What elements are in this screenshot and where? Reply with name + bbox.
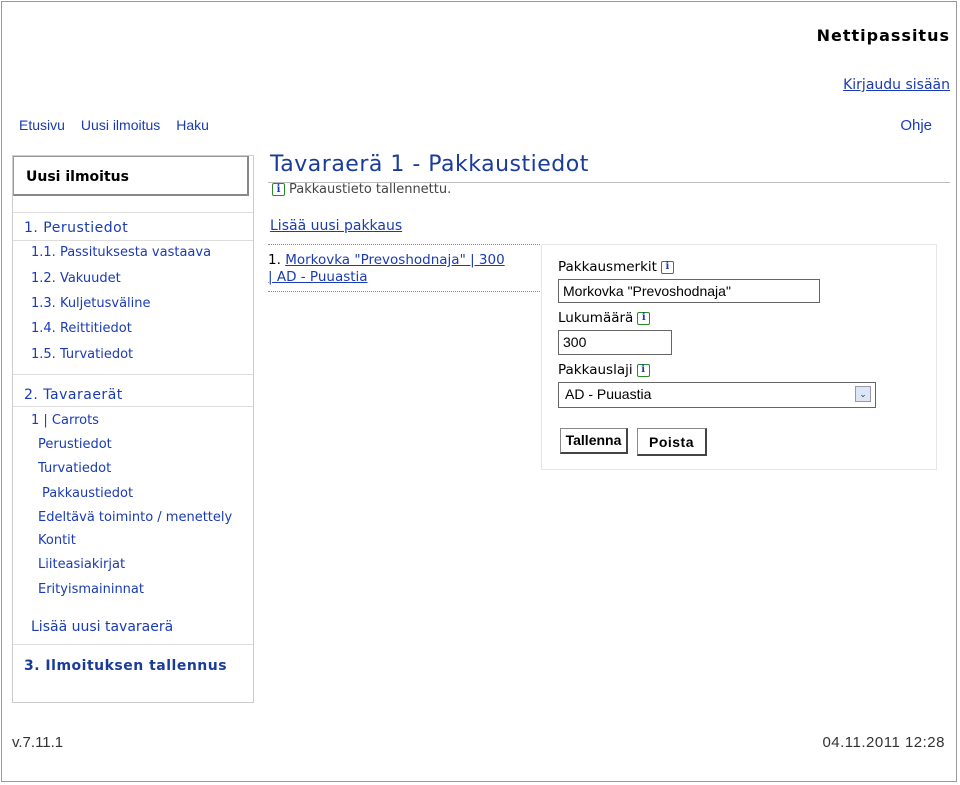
sidebar-heading: Uusi ilmoitus (13, 156, 249, 196)
divider (13, 240, 253, 241)
sidebar-section-basic[interactable]: 1. Perustiedot (24, 220, 128, 236)
quantity-input[interactable]: 300 (558, 330, 672, 355)
sidebar-item-carrots[interactable]: 1 | Carrots (31, 413, 99, 428)
save-button[interactable]: Tallenna (560, 428, 628, 454)
nav-home[interactable]: Etusivu (19, 117, 65, 133)
divider (13, 644, 253, 645)
sidebar-item-guarantees[interactable]: 1.2. Vakuudet (31, 271, 121, 286)
qty-label-row: Lukumäärä i (558, 310, 651, 326)
info-icon: i (272, 183, 285, 196)
info-icon[interactable]: i (637, 311, 651, 325)
package-number: 1. (268, 252, 281, 268)
package-type-select[interactable]: AD - Puuastia ⌄ (558, 382, 876, 408)
package-type-value: AD - Puuastia (565, 386, 652, 402)
sidebar-subitem-previous-procedure[interactable]: Edeltävä toiminto / menettely (38, 510, 232, 525)
sidebar-subitem-documents[interactable]: Liiteasiakirjat (38, 557, 125, 572)
sidebar-subitem-special-mentions[interactable]: Erityismaininnat (38, 582, 144, 597)
info-icon[interactable]: i (636, 363, 650, 377)
marks-label-row: Pakkausmerkit i (558, 259, 674, 275)
list-item[interactable]: 1. Morkovka "Prevoshodnaja" | 300 | AD -… (268, 244, 540, 292)
timestamp: 04.11.2011 12:28 (822, 734, 945, 751)
delete-button[interactable]: Poista (637, 428, 707, 456)
sidebar-subitem-packages[interactable]: Pakkaustiedot (42, 486, 133, 501)
type-label-row: Pakkauslaji i (558, 362, 650, 378)
divider (13, 212, 253, 213)
sidebar-item-responsible[interactable]: 1.1. Passituksesta vastaava (31, 245, 211, 260)
top-nav: Etusivu Uusi ilmoitus Haku (19, 117, 225, 133)
sidebar-item-security[interactable]: 1.5. Turvatiedot (31, 347, 133, 362)
sidebar-subitem-containers[interactable]: Kontit (38, 533, 76, 548)
saved-notice: i Pakkaustieto tallennettu. (272, 182, 451, 197)
sidebar-subitem-security[interactable]: Turvatiedot (38, 461, 111, 476)
package-link[interactable]: Morkovka "Prevoshodnaja" | 300 (285, 252, 505, 268)
nav-new-declaration[interactable]: Uusi ilmoitus (81, 117, 160, 133)
sidebar-section-save[interactable]: 3. Ilmoituksen tallennus (24, 658, 227, 674)
help-link[interactable]: Ohje (900, 117, 932, 134)
package-link-type[interactable]: | AD - Puuastia (268, 269, 368, 285)
package-form: Pakkausmerkit i Morkovka "Prevoshodnaja"… (541, 244, 937, 470)
version-label: v.7.11.1 (12, 734, 64, 751)
login-link[interactable]: Kirjaudu sisään (843, 77, 950, 93)
divider (13, 374, 253, 375)
marks-label: Pakkausmerkit (558, 259, 657, 275)
page-title: Tavaraerä 1 - Pakkaustiedot (270, 152, 589, 177)
site-title: Nettipassitus (816, 26, 950, 45)
qty-label: Lukumäärä (558, 310, 634, 326)
nav-search[interactable]: Haku (176, 117, 209, 133)
add-item-link[interactable]: Lisää uusi tavaraerä (31, 619, 173, 635)
divider (13, 406, 253, 407)
sidebar-item-vehicle[interactable]: 1.3. Kuljetusväline (31, 296, 151, 311)
saved-notice-text: Pakkaustieto tallennettu. (289, 182, 452, 197)
marks-input[interactable]: Morkovka "Prevoshodnaja" (558, 279, 820, 303)
chevron-down-icon[interactable]: ⌄ (855, 386, 871, 402)
info-icon[interactable]: i (660, 260, 674, 274)
sidebar-item-route[interactable]: 1.4. Reittitiedot (31, 321, 132, 336)
sidebar-subitem-basic[interactable]: Perustiedot (38, 437, 112, 452)
type-label: Pakkauslaji (558, 362, 633, 378)
sidebar-section-items[interactable]: 2. Tavaraerät (24, 387, 123, 403)
sidebar: Uusi ilmoitus 1. Perustiedot 1.1. Passit… (12, 155, 254, 703)
add-package-link[interactable]: Lisää uusi pakkaus (270, 218, 402, 234)
